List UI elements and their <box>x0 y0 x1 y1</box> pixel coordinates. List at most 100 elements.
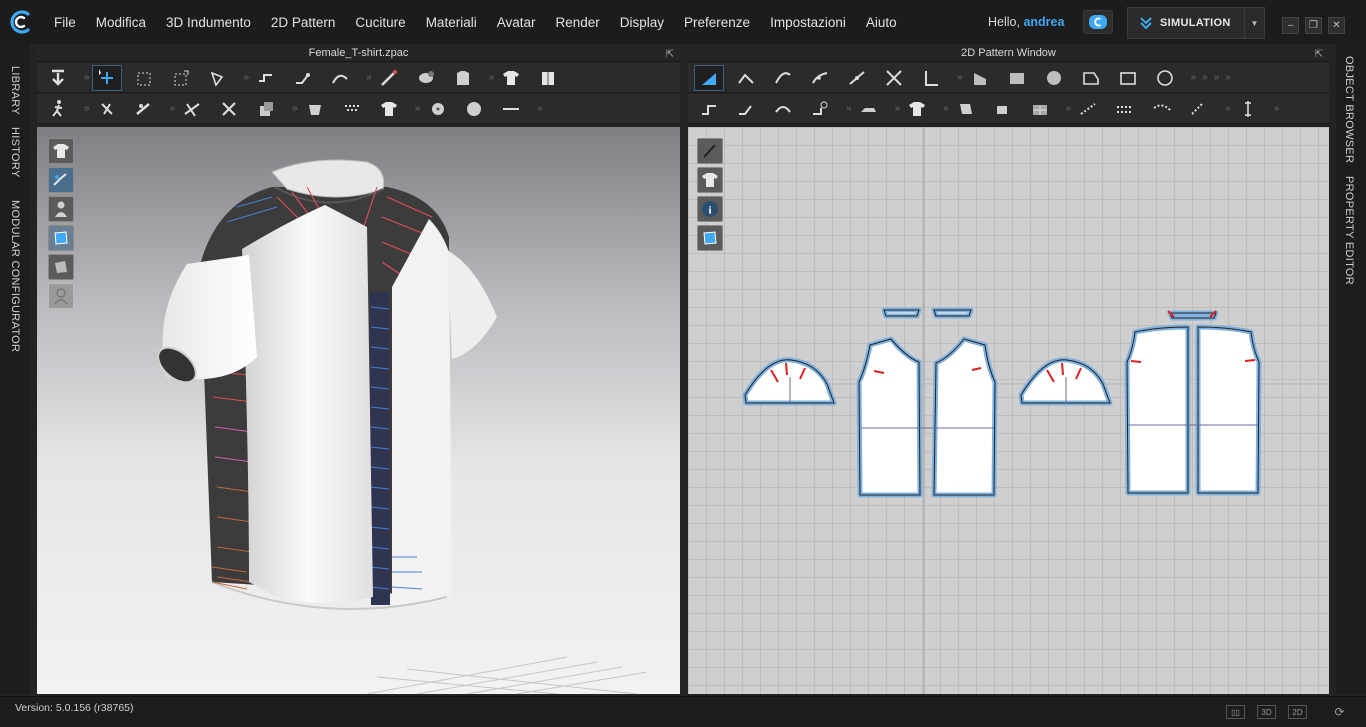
menu-file[interactable]: File <box>44 15 86 30</box>
transform-pattern-icon[interactable] <box>694 64 724 91</box>
menu-materiali[interactable]: Materiali <box>416 15 487 30</box>
offset-icon[interactable] <box>916 65 946 91</box>
version-label: Version: 5.0.156 (r38765) <box>15 702 134 714</box>
zipper-tool-icon[interactable] <box>496 96 526 122</box>
cut-icon[interactable] <box>879 65 909 91</box>
popout-icon[interactable]: ⇱ <box>1315 46 1323 64</box>
popout-icon[interactable]: ⇱ <box>666 46 674 64</box>
fabric-stack-icon[interactable] <box>251 96 281 122</box>
menu-aiuto[interactable]: Aiuto <box>856 15 907 30</box>
shirt-detail-icon[interactable] <box>374 96 404 122</box>
restore-button[interactable]: ❐ <box>1305 17 1322 34</box>
garment-3d-model <box>157 159 497 610</box>
internal-rect-icon[interactable] <box>1113 65 1143 91</box>
menu-avatar[interactable]: Avatar <box>487 15 546 30</box>
circle-icon[interactable] <box>1039 65 1069 91</box>
edit-point-3d-icon[interactable] <box>288 65 318 91</box>
viewport-2d[interactable]: i <box>688 127 1329 694</box>
menu-render[interactable]: Render <box>545 15 609 30</box>
main-menu: File Modifica 3D Indumento 2D Pattern Cu… <box>44 0 907 44</box>
simulation-mode-label: SIMULATION <box>1160 17 1231 29</box>
status-bar: Version: 5.0.156 (r38765) ▯▯ 3D 2D ⟳ <box>0 696 1366 727</box>
tab-property-editor[interactable]: PROPERTY EDITOR <box>1343 176 1355 285</box>
tab-object-browser[interactable]: OBJECT BROWSER <box>1343 56 1355 163</box>
pin-tool-icon[interactable] <box>92 96 122 122</box>
segment-sewing-icon[interactable] <box>694 96 724 122</box>
button-hole-tool-icon[interactable] <box>411 65 441 91</box>
menu-impostazioni[interactable]: Impostazioni <box>760 15 856 30</box>
tuck-tool-icon[interactable] <box>533 65 563 91</box>
garment-fitting-icon[interactable] <box>448 65 478 91</box>
graphic-tool-icon[interactable] <box>988 96 1018 122</box>
curve-point-icon[interactable] <box>805 65 835 91</box>
transform-tool-icon[interactable] <box>166 65 196 91</box>
viewport-3d[interactable] <box>37 127 680 694</box>
m-n-sewing-icon[interactable] <box>768 96 798 122</box>
window-2d-title: 2D Pattern Window <box>961 47 1056 59</box>
simulation-tool-icon[interactable] <box>43 65 73 91</box>
segment-topstitch-icon[interactable] <box>1110 96 1140 122</box>
tab-modular-configurator[interactable]: MODULAR CONFIGURATOR <box>9 200 21 352</box>
menu-display[interactable]: Display <box>610 15 674 30</box>
topstitch-2d-icon[interactable] <box>1073 96 1103 122</box>
rectangle-icon[interactable] <box>1002 65 1032 91</box>
check-pattern-icon[interactable] <box>1025 96 1055 122</box>
menu-preferenze[interactable]: Preferenze <box>674 15 760 30</box>
edit-point-icon[interactable] <box>731 65 761 91</box>
cut-pattern-icon[interactable] <box>177 96 207 122</box>
menu-cuciture[interactable]: Cuciture <box>345 15 415 30</box>
user-name[interactable]: andrea <box>1023 15 1064 29</box>
internal-polygon-icon[interactable] <box>1076 65 1106 91</box>
select-move-tool-icon[interactable] <box>91 64 122 91</box>
edit-pattern-3d-icon[interactable] <box>251 65 281 91</box>
shirt-pattern-icon[interactable] <box>902 96 932 122</box>
sewing-3d-icon[interactable] <box>300 96 330 122</box>
avatar-pose-icon[interactable] <box>43 96 73 122</box>
split-view-icon[interactable]: ▯▯ <box>1226 705 1245 719</box>
window-3d-title: Female_T-shirt.zpac <box>308 47 409 59</box>
close-button[interactable]: ✕ <box>1328 17 1345 34</box>
menu-3d-indumento[interactable]: 3D Indumento <box>156 15 261 30</box>
greeting-prefix: Hello, <box>988 15 1020 29</box>
internal-circle-icon[interactable] <box>1150 65 1180 91</box>
toolbar-3d-row1: » » » » <box>37 63 680 93</box>
tack-tool-icon[interactable] <box>129 96 159 122</box>
free-topstitch-icon[interactable] <box>1147 96 1177 122</box>
menubar: File Modifica 3D Indumento 2D Pattern Cu… <box>0 0 1366 44</box>
select-box-tool-icon[interactable] <box>129 65 159 91</box>
refresh-icon[interactable]: ⟳ <box>1330 705 1349 719</box>
measurement-icon[interactable] <box>1233 96 1263 122</box>
brush-tool-icon[interactable] <box>374 65 404 91</box>
edit-curve-3d-icon[interactable] <box>325 65 355 91</box>
menu-2d-pattern[interactable]: 2D Pattern <box>261 15 346 30</box>
caret-down-icon[interactable]: ▼ <box>1244 8 1264 38</box>
free-sewing-icon[interactable] <box>731 96 761 122</box>
select-button-icon[interactable] <box>459 96 489 122</box>
fold-tool-icon[interactable] <box>854 96 884 122</box>
tshirt-tool-icon[interactable] <box>496 65 526 91</box>
view-2d-button[interactable]: 2D <box>1288 705 1307 719</box>
toolbar-2d-row2: » » » » » » <box>688 94 1329 124</box>
application-window: File Modifica 3D Indumento 2D Pattern Cu… <box>0 0 1366 727</box>
minimize-button[interactable]: – <box>1282 17 1299 34</box>
button-tool-icon[interactable] <box>422 96 452 122</box>
view-3d-button[interactable]: 3D <box>1257 705 1276 719</box>
left-side-panel: LIBRARY HISTORY MODULAR CONFIGURATOR <box>0 44 30 694</box>
polygon-icon[interactable] <box>965 65 995 91</box>
menu-modifica[interactable]: Modifica <box>86 15 156 30</box>
edit-curvature-icon[interactable] <box>768 65 798 91</box>
chevrons-down-icon <box>1140 17 1152 30</box>
tab-history[interactable]: HISTORY <box>9 127 21 178</box>
edit-topstitch-icon[interactable] <box>1184 96 1214 122</box>
tab-library[interactable]: LIBRARY <box>9 66 21 115</box>
texture-edit-icon[interactable] <box>951 96 981 122</box>
scissors-icon[interactable] <box>214 96 244 122</box>
add-point-icon[interactable] <box>842 65 872 91</box>
clo-logo-icon <box>10 10 30 34</box>
fold-arrange-tool-icon[interactable] <box>203 65 233 91</box>
clo-cloud-button[interactable] <box>1083 10 1113 34</box>
topstitch-icon[interactable] <box>337 96 367 122</box>
simulation-mode-selector[interactable]: SIMULATION ▼ <box>1127 7 1265 39</box>
edit-sewing-icon[interactable] <box>805 96 835 122</box>
pattern-pieces <box>742 127 1328 694</box>
